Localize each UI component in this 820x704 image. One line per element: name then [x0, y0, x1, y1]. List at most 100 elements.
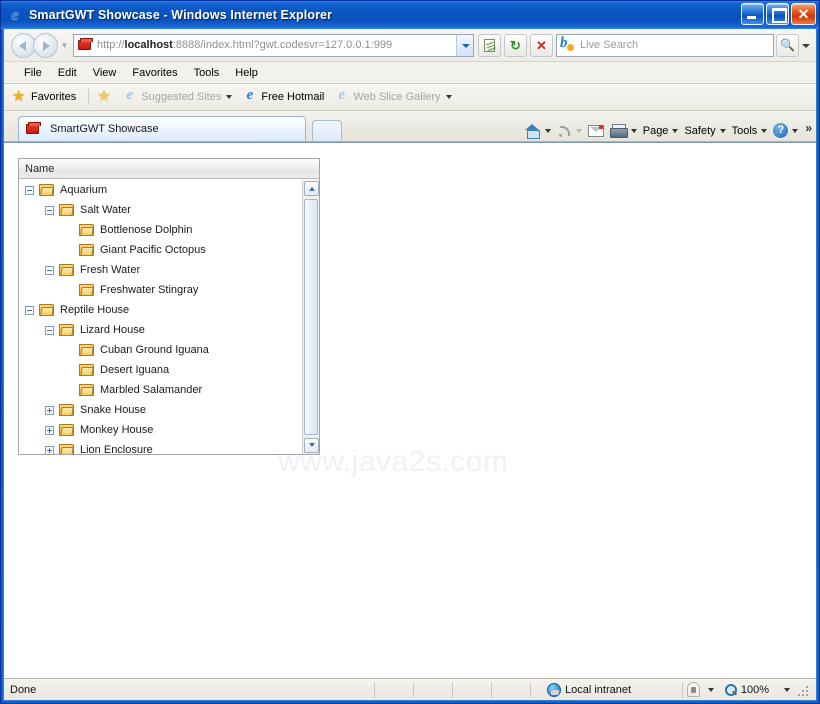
- menu-item-file[interactable]: File: [16, 65, 50, 81]
- close-button[interactable]: [791, 3, 816, 25]
- safety-menu-button[interactable]: Safety: [684, 124, 726, 137]
- search-go-button[interactable]: [776, 33, 799, 57]
- tree-row[interactable]: Giant Pacific Octopus: [19, 240, 302, 260]
- navigation-bar: ▼ http://localhost:8888/index.html?gwt.c…: [4, 29, 816, 62]
- browser-chrome: ▼ http://localhost:8888/index.html?gwt.c…: [3, 29, 817, 701]
- favorites-item-label: Web Slice Gallery: [353, 91, 441, 103]
- tree-expand-icon[interactable]: [45, 445, 54, 454]
- tree-row[interactable]: Snake House: [19, 400, 302, 420]
- tree-collapse-icon[interactable]: [45, 205, 54, 215]
- home-button[interactable]: [524, 123, 551, 139]
- tree-row[interactable]: Monkey House: [19, 420, 302, 440]
- tools-menu-button[interactable]: Tools: [732, 125, 768, 137]
- folder-icon: [59, 263, 75, 277]
- scroll-up-button[interactable]: [304, 181, 319, 196]
- forward-button[interactable]: [33, 32, 58, 58]
- favorites-item-web-slice-gallery[interactable]: Web Slice Gallery: [334, 87, 452, 105]
- stop-button[interactable]: ✕: [530, 33, 553, 57]
- tree-row-label: Freshwater Stingray: [100, 284, 199, 296]
- recent-pages-dropdown-icon[interactable]: ▼: [58, 33, 71, 58]
- tree-grid: Name Aquarium Salt Water Bottlenose Dolphi…: [18, 158, 320, 455]
- search-options-dropdown-icon[interactable]: [799, 34, 812, 57]
- tree-expand-icon[interactable]: [45, 405, 54, 415]
- tree-row-label: Snake House: [80, 404, 147, 416]
- tree-row[interactable]: Fresh Water: [19, 260, 302, 280]
- tree-collapse-icon[interactable]: [45, 325, 54, 335]
- chevron-down-icon: [226, 95, 233, 99]
- scrollbar-thumb[interactable]: [304, 199, 318, 435]
- favorites-item-suggested-sites[interactable]: Suggested Sites: [122, 87, 233, 105]
- address-bar[interactable]: http://localhost:8888/index.html?gwt.cod…: [73, 33, 474, 57]
- star-icon: [12, 87, 27, 105]
- chevron-down-icon[interactable]: [784, 687, 790, 692]
- status-message: Done: [10, 683, 37, 696]
- folder-icon: [79, 283, 95, 297]
- security-zone[interactable]: Local intranet: [531, 682, 682, 697]
- folder-icon: [79, 223, 95, 237]
- minimize-button[interactable]: [741, 3, 764, 25]
- tree-expand-icon[interactable]: [45, 425, 54, 435]
- folder-icon: [59, 443, 75, 454]
- menu-item-tools[interactable]: Tools: [186, 65, 228, 81]
- read-mail-button[interactable]: [587, 124, 604, 137]
- tree-row[interactable]: Marbled Salamander: [19, 380, 302, 400]
- tree-collapse-icon[interactable]: [25, 305, 34, 315]
- window-controls: [741, 3, 816, 25]
- search-box[interactable]: Live Search: [556, 33, 774, 57]
- menu-item-help[interactable]: Help: [227, 65, 266, 81]
- search-input[interactable]: Live Search: [580, 39, 773, 51]
- tree-toggle-spacer: [65, 366, 74, 375]
- command-bar-overflow-button[interactable]: »: [805, 122, 812, 134]
- tab-smartgwt-showcase[interactable]: SmartGWT Showcase: [18, 116, 306, 141]
- tree-grid-header[interactable]: Name: [19, 159, 319, 179]
- refresh-button[interactable]: ↻: [504, 33, 527, 57]
- resize-grip[interactable]: [796, 684, 808, 696]
- printer-icon: [609, 123, 628, 138]
- folder-icon: [79, 363, 95, 377]
- help-menu-button[interactable]: [773, 123, 799, 138]
- favorites-separator: [88, 89, 90, 105]
- menu-item-favorites[interactable]: Favorites: [124, 65, 185, 81]
- tree-row[interactable]: Lizard House: [19, 320, 302, 340]
- tree-row[interactable]: Desert Iguana: [19, 360, 302, 380]
- address-dropdown-icon[interactable]: [456, 34, 473, 56]
- home-icon: [524, 123, 541, 139]
- tree-row[interactable]: Salt Water: [19, 200, 302, 220]
- page-menu-button[interactable]: Page: [643, 125, 679, 137]
- protected-mode-lock-icon: [683, 682, 703, 697]
- tree-toggle-spacer: [65, 286, 74, 295]
- tree-row[interactable]: Bottlenose Dolphin: [19, 220, 302, 240]
- feeds-button[interactable]: [557, 124, 582, 138]
- tree-grid-scrollbar[interactable]: [302, 180, 319, 454]
- tree-row[interactable]: Freshwater Stingray: [19, 280, 302, 300]
- print-button[interactable]: [609, 123, 637, 138]
- page-menu-label: Page: [642, 124, 669, 137]
- tree-row-label: Desert Iguana: [100, 364, 170, 376]
- tree-row-label: Reptile House: [60, 304, 130, 316]
- favorites-item-free-hotmail[interactable]: Free Hotmail: [242, 87, 324, 105]
- chevron-down-icon[interactable]: [707, 687, 714, 692]
- scroll-down-button[interactable]: [304, 438, 319, 453]
- compatibility-view-button[interactable]: [478, 33, 501, 57]
- tree-row[interactable]: Reptile House: [19, 300, 302, 320]
- safety-menu-label: Safety: [684, 124, 716, 137]
- star-add-icon: [97, 87, 112, 105]
- maximize-button[interactable]: [766, 3, 789, 25]
- tree-row-label: Aquarium: [60, 184, 108, 196]
- zoom-level-label[interactable]: 100%: [741, 684, 769, 696]
- tree-row[interactable]: Lion Enclosure: [19, 440, 302, 454]
- tree-row[interactable]: Cuban Ground Iguana: [19, 340, 302, 360]
- menu-item-edit[interactable]: Edit: [50, 65, 85, 81]
- favorites-button[interactable]: Favorites: [12, 87, 77, 105]
- folder-icon: [39, 303, 55, 317]
- favorites-label: Favorites: [31, 91, 77, 103]
- menu-item-view[interactable]: View: [85, 65, 125, 81]
- tree-toggle-spacer: [65, 346, 74, 355]
- tree-collapse-icon[interactable]: [45, 265, 54, 275]
- tools-menu-label: Tools: [731, 124, 758, 137]
- add-to-favorites-bar-button[interactable]: [97, 87, 112, 105]
- tree-collapse-icon[interactable]: [25, 185, 34, 195]
- new-tab-button[interactable]: [312, 120, 342, 141]
- stop-icon: ✕: [536, 37, 547, 53]
- tree-row[interactable]: Aquarium: [19, 180, 302, 200]
